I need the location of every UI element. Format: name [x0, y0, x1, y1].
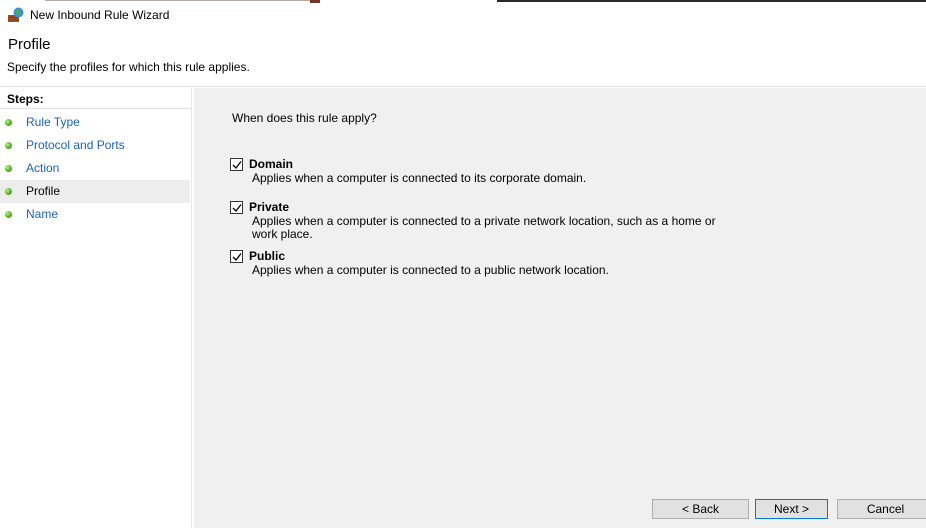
green-dot-icon: [5, 188, 12, 195]
step-label: Protocol and Ports: [26, 138, 125, 152]
private-description: Applies when a computer is connected to …: [252, 214, 716, 241]
step-rule-type[interactable]: Rule Type: [0, 111, 190, 134]
green-dot-icon: [5, 142, 12, 149]
step-action[interactable]: Action: [0, 157, 190, 180]
content-panel: When does this rule apply? Domain Applie…: [194, 88, 926, 528]
domain-description: Applies when a computer is connected to …: [252, 171, 587, 185]
steps-sidebar: Steps: Rule Type Protocol and Ports Acti…: [0, 88, 192, 528]
next-button[interactable]: Next >: [755, 499, 828, 519]
private-label[interactable]: Private: [249, 200, 289, 214]
window-title: New Inbound Rule Wizard: [30, 8, 170, 22]
green-dot-icon: [5, 119, 12, 126]
checkmark-icon: [232, 161, 242, 169]
step-label: Profile: [26, 184, 61, 198]
step-protocol-and-ports[interactable]: Protocol and Ports: [0, 134, 190, 157]
title-bar[interactable]: New Inbound Rule Wizard: [0, 0, 926, 32]
domain-checkbox[interactable]: [230, 158, 243, 171]
question-text: When does this rule apply?: [232, 111, 377, 125]
domain-label[interactable]: Domain: [249, 157, 293, 171]
checkmark-icon: [232, 204, 242, 212]
steps-title: Steps:: [7, 92, 44, 106]
page-title: Profile: [8, 36, 51, 53]
back-button[interactable]: < Back: [652, 499, 749, 519]
divider: [0, 108, 191, 109]
public-label[interactable]: Public: [249, 249, 285, 263]
private-checkbox[interactable]: [230, 201, 243, 214]
cancel-button[interactable]: Cancel: [837, 499, 926, 519]
step-label: Rule Type: [26, 115, 80, 129]
firewall-globe-icon: [8, 7, 24, 23]
step-profile[interactable]: Profile: [0, 180, 190, 203]
green-dot-icon: [5, 211, 12, 218]
step-label: Name: [26, 207, 59, 221]
page-subtitle: Specify the profiles for which this rule…: [7, 60, 250, 74]
green-dot-icon: [5, 165, 12, 172]
public-checkbox[interactable]: [230, 250, 243, 263]
step-name[interactable]: Name: [0, 203, 190, 226]
wizard-header: Profile Specify the profiles for which t…: [0, 32, 926, 87]
public-description: Applies when a computer is connected to …: [252, 263, 609, 277]
checkmark-icon: [232, 253, 242, 261]
wizard-window: New Inbound Rule Wizard Profile Specify …: [0, 0, 926, 528]
step-label: Action: [26, 161, 60, 175]
